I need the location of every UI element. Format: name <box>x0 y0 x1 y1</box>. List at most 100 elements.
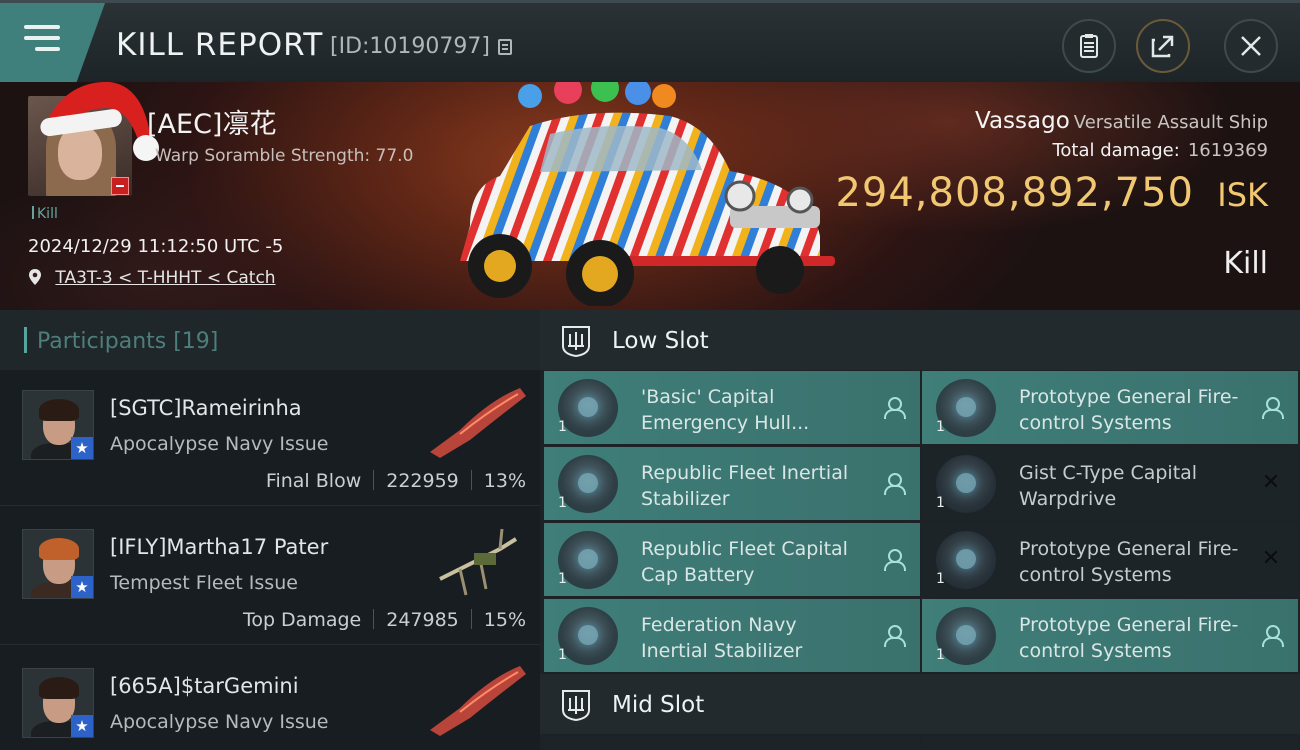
low-slot-header: Low Slot <box>540 310 1300 370</box>
module-name: Prototype General Fire-control Systems <box>1019 538 1239 586</box>
total-damage-label: Total damage: <box>1052 140 1180 161</box>
participant-role: Top Damage <box>242 609 362 631</box>
x-icon: ✕ <box>1261 546 1281 571</box>
module-icon <box>558 607 618 665</box>
participant-row[interactable]: ★ [SGTC]Rameirinha Apocalypse Navy Issue… <box>0 370 540 506</box>
participant-avatar: ★ <box>22 529 94 599</box>
victim-panel: [AEC]凛花 Warp Soramble Strength: 77.0 Kil… <box>0 82 1300 310</box>
result-label: Kill <box>1223 246 1268 281</box>
module-slot[interactable]: 1 Republic Fleet Inertial Stabilizer <box>544 447 920 520</box>
module-qty: 1 <box>558 647 567 663</box>
kill-tag: Kill <box>32 206 58 222</box>
module-qty: 1 <box>558 419 567 435</box>
module-name: 'Basic' Capital Emergency Hull... <box>641 386 810 434</box>
copy-icon[interactable] <box>498 39 512 55</box>
person-icon <box>882 623 906 647</box>
kill-location[interactable]: TA3T-3 < T-HHHT < Catch <box>28 268 276 288</box>
mid-slot-header: Mid Slot <box>540 674 1300 734</box>
participants-panel: Participants [19] ★ [SGTC]Rameirinha Apo… <box>0 310 540 750</box>
participant-ship: Apocalypse Navy Issue <box>110 711 329 733</box>
victim-name: [AEC]凛花 <box>147 109 277 140</box>
close-button[interactable] <box>1224 19 1278 73</box>
participant-role: Final Blow <box>265 470 362 492</box>
person-icon <box>882 395 906 419</box>
low-slot-title: Low Slot <box>612 328 709 354</box>
mid-slot-icon <box>562 690 590 722</box>
person-icon <box>1260 395 1284 419</box>
location-link[interactable]: TA3T-3 < T-HHHT < Catch <box>55 268 275 288</box>
mid-slot-title: Mid Slot <box>612 692 705 718</box>
module-slot[interactable]: 1 Prototype General Fire-control Systems… <box>922 523 1298 596</box>
kill-datetime: 2024/12/29 11:12:50 UTC -5 <box>28 236 284 257</box>
module-icon <box>936 379 996 437</box>
share-button[interactable] <box>1136 19 1190 73</box>
participant-row[interactable]: ★ [IFLY]Martha17 Pater Tempest Fleet Iss… <box>0 509 540 645</box>
participant-name: [665A]$tarGemini <box>110 674 299 698</box>
module-slot[interactable]: 1 'Basic' Capital Emergency Hull... <box>544 371 920 444</box>
participant-name: [SGTC]Rameirinha <box>110 396 302 420</box>
module-slot[interactable]: 1 Prototype General Fire-control Systems <box>922 371 1298 444</box>
module-name: Prototype General Fire-control Systems <box>1019 614 1239 662</box>
module-slot[interactable] <box>544 736 920 750</box>
module-icon <box>936 531 996 589</box>
module-qty: 1 <box>936 419 945 435</box>
module-name: Republic Fleet Inertial Stabilizer <box>641 462 849 510</box>
participant-name: [IFLY]Martha17 Pater <box>110 535 329 559</box>
report-id: [ID:10190797] <box>330 34 490 59</box>
module-slot[interactable]: 1 Gist C-Type Capital Warpdrive ✕ <box>922 447 1298 520</box>
top-bar: KILL REPORT [ID:10190797] <box>0 0 1300 85</box>
participant-stats: Top Damage 247985 15% <box>243 609 526 631</box>
participant-row[interactable]: ★ [665A]$tarGemini Apocalypse Navy Issue <box>0 648 540 750</box>
clipboard-icon <box>1080 34 1098 58</box>
total-damage-value: 1619369 <box>1187 140 1268 161</box>
module-icon <box>558 379 618 437</box>
status-badge <box>111 177 129 195</box>
module-qty: 1 <box>936 571 945 587</box>
module-qty: 1 <box>558 495 567 511</box>
participant-damage: 247985 <box>386 609 459 631</box>
location-pin-icon <box>29 269 41 285</box>
ship-info: Vassago Versatile Assault Ship <box>975 108 1268 134</box>
page-title: KILL REPORT <box>116 27 324 63</box>
module-qty: 1 <box>936 647 945 663</box>
close-icon <box>1241 36 1261 56</box>
module-name: Republic Fleet Capital Cap Battery <box>641 538 848 586</box>
total-damage: Total damage: 1619369 <box>1052 140 1268 161</box>
star-icon: ★ <box>71 576 93 598</box>
module-slot[interactable]: 1 Prototype General Fire-control Systems <box>922 599 1298 672</box>
isk-value: 294,808,892,750 <box>835 170 1194 216</box>
module-slot[interactable]: 1 Federation Navy Inertial Stabilizer <box>544 599 920 672</box>
participant-ship: Tempest Fleet Issue <box>110 572 298 594</box>
menu-button[interactable] <box>0 3 105 85</box>
weapon-icon <box>430 388 526 458</box>
star-icon: ★ <box>71 715 93 737</box>
module-icon <box>558 455 618 513</box>
module-name: Federation Navy Inertial Stabilizer <box>641 614 803 662</box>
clipboard-button[interactable] <box>1062 19 1116 73</box>
warp-scramble-strength: Warp Soramble Strength: 77.0 <box>155 146 414 166</box>
participant-percent: 13% <box>483 470 526 492</box>
low-slot-icon <box>562 326 590 358</box>
fitting-panel: Low Slot 1 'Basic' Capital Emergency Hul… <box>540 310 1300 750</box>
ship-name: Vassago <box>975 108 1070 134</box>
module-qty: 1 <box>558 571 567 587</box>
weapon-icon <box>439 528 518 596</box>
module-slot[interactable] <box>922 736 1298 750</box>
module-slot[interactable]: 1 Republic Fleet Capital Cap Battery <box>544 523 920 596</box>
person-icon <box>882 471 906 495</box>
participant-stats: Final Blow 222959 13% <box>266 470 526 492</box>
ship-render <box>460 82 835 306</box>
module-icon <box>936 607 996 665</box>
participants-title: Participants [19] <box>0 310 540 370</box>
module-icon <box>936 455 996 513</box>
module-icon <box>558 531 618 589</box>
person-icon <box>1260 623 1284 647</box>
participant-ship: Apocalypse Navy Issue <box>110 433 329 455</box>
participant-percent: 15% <box>483 609 526 631</box>
participant-damage: 222959 <box>386 470 459 492</box>
module-name: Gist C-Type Capital Warpdrive <box>1019 462 1198 510</box>
ship-class: Versatile Assault Ship <box>1073 112 1268 133</box>
weapon-icon <box>430 666 526 736</box>
participant-avatar: ★ <box>22 668 94 738</box>
module-name: Prototype General Fire-control Systems <box>1019 386 1239 434</box>
